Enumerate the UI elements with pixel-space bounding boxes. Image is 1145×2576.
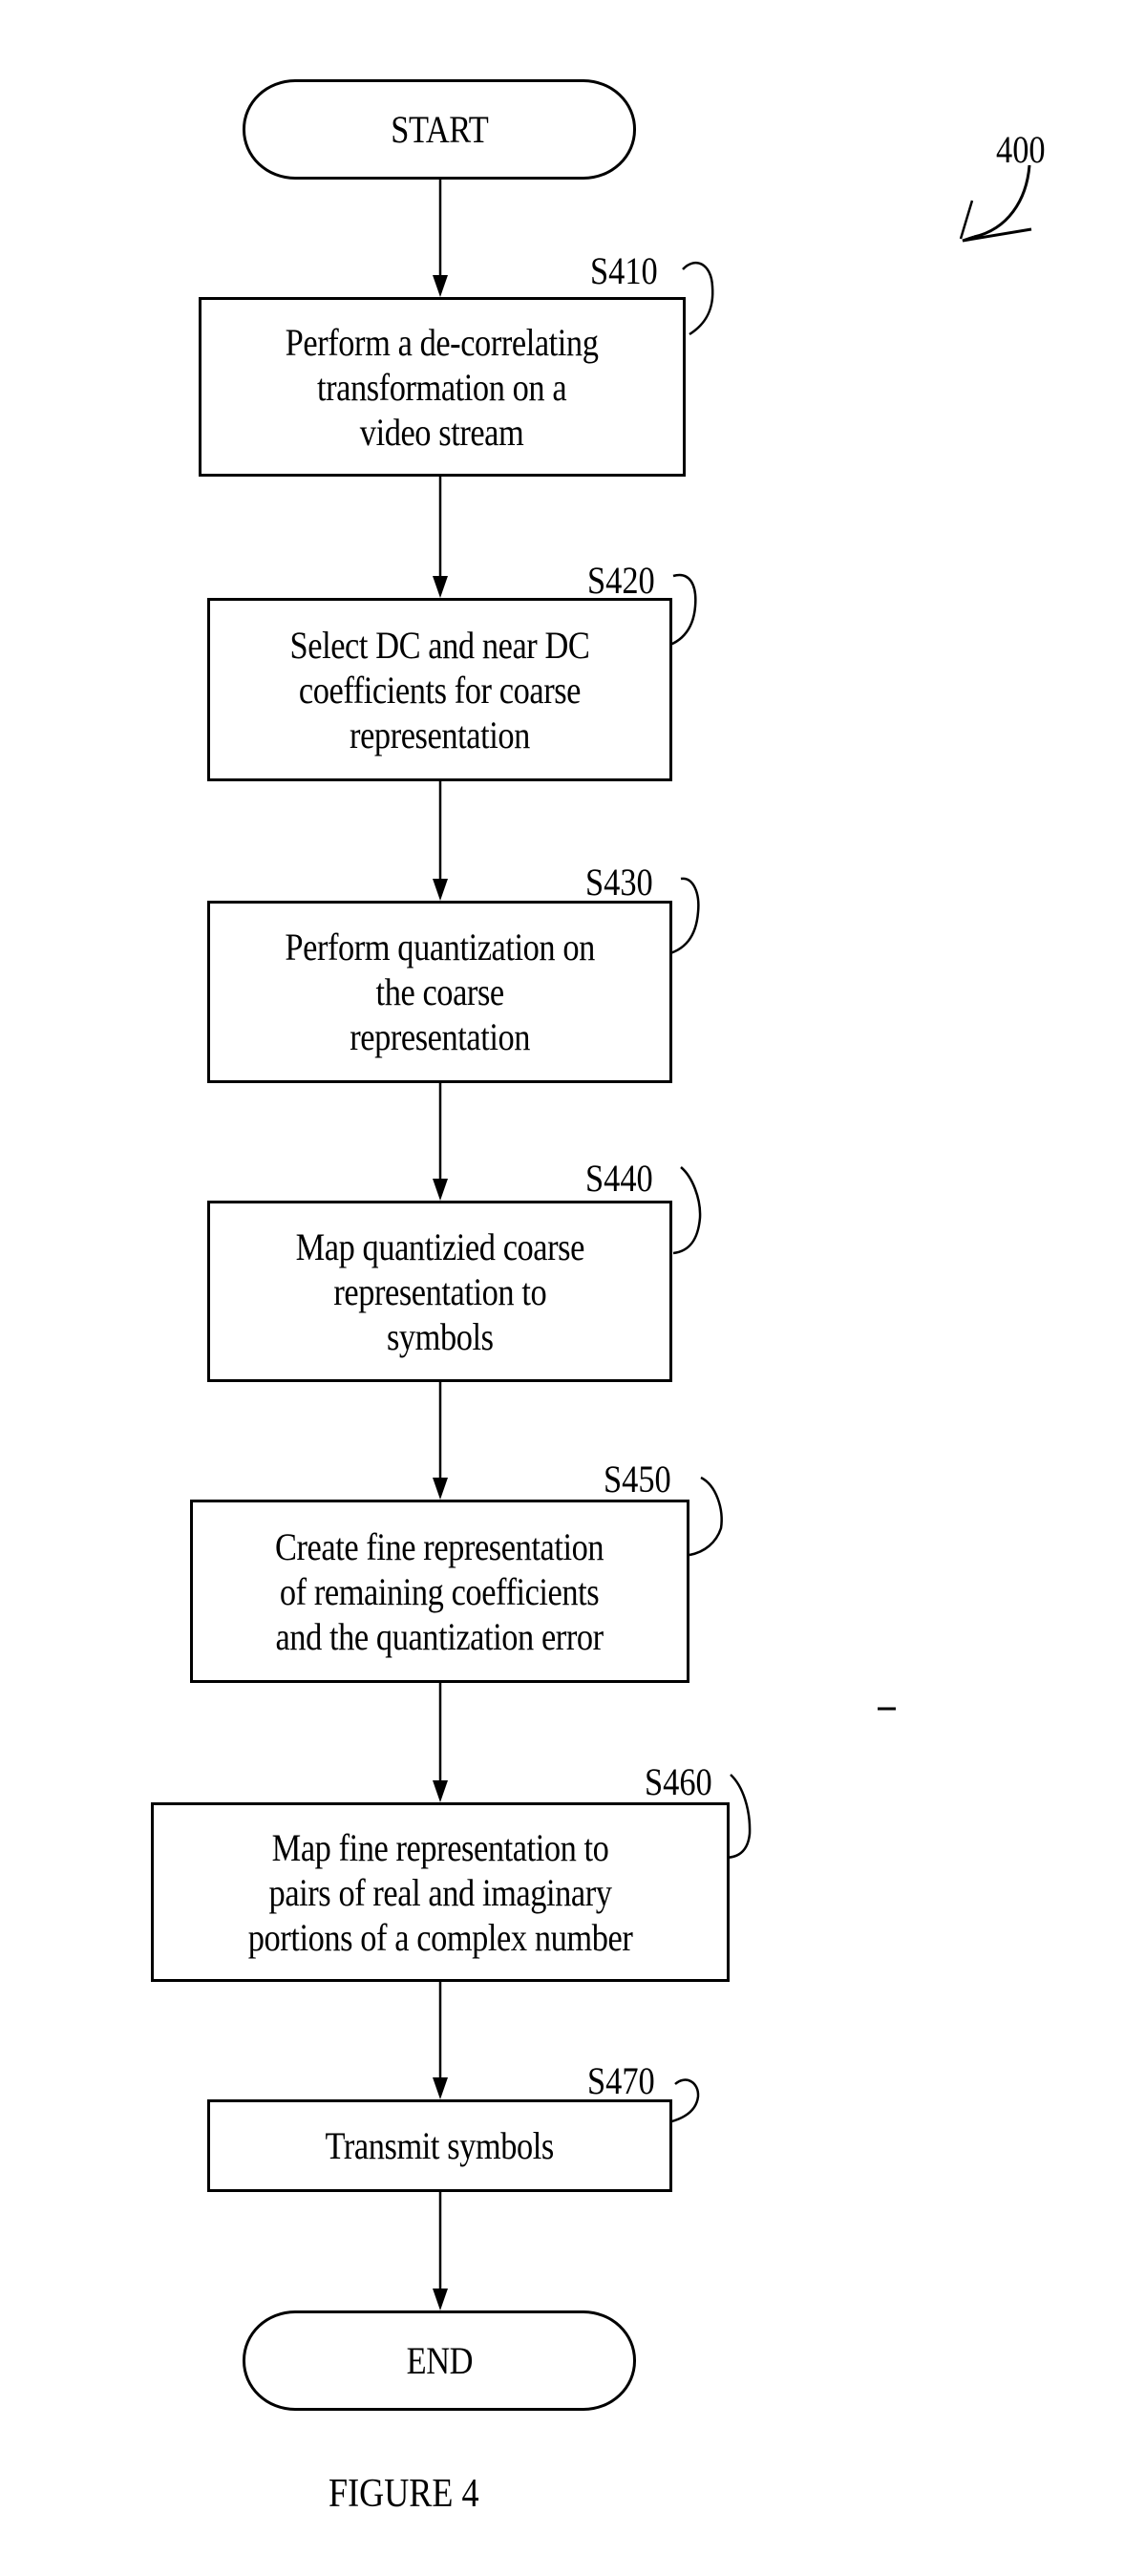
arrowhead-s440 <box>433 1179 448 1201</box>
step-box-s450: Create fine representation of remaining … <box>190 1500 689 1683</box>
end-label: END <box>406 2339 473 2382</box>
step-text: Select DC and near DC coefficients for c… <box>289 623 590 756</box>
step-text: Perform a de-correlating transformation … <box>286 320 599 454</box>
start-terminal: START <box>243 79 636 180</box>
step-id-s460: S460 <box>645 1760 712 1803</box>
step-box-s470: Transmit symbols <box>207 2099 672 2192</box>
arrowhead-s430 <box>433 879 448 901</box>
step-text: Map quantizied coarse representation to … <box>295 1224 584 1358</box>
step-id-s410: S410 <box>590 249 658 292</box>
step-id-s470: S470 <box>587 2059 655 2102</box>
reference-arrow <box>962 164 1032 243</box>
bracket-s440 <box>672 1166 702 1255</box>
arrowhead-s460 <box>433 1780 448 1802</box>
step-text: Create fine representation of remaining … <box>275 1524 604 1658</box>
bracket-s450 <box>689 1476 723 1557</box>
step-box-s440: Map quantizied coarse representation to … <box>207 1201 672 1382</box>
figure-caption: FIGURE 4 <box>329 2472 479 2516</box>
step-box-s410: Perform a de-correlating transformation … <box>199 297 686 477</box>
step-id-s430: S430 <box>585 861 653 904</box>
reference-arrow-tick <box>959 200 974 240</box>
step-id-s450: S450 <box>604 1458 671 1501</box>
arrowhead-s420 <box>433 576 448 598</box>
step-box-s420: Select DC and near DC coefficients for c… <box>207 598 672 781</box>
step-text: Map fine representation to pairs of real… <box>247 1825 633 1959</box>
arrowhead-s450 <box>433 1478 448 1500</box>
step-box-s460: Map fine representation to pairs of real… <box>151 1802 730 1982</box>
end-terminal: END <box>243 2310 636 2411</box>
step-id-s420: S420 <box>587 559 655 602</box>
arrowhead-s470 <box>433 2077 448 2099</box>
step-box-s430: Perform quantization on the coarse repre… <box>207 901 672 1083</box>
step-text: Transmit symbols <box>325 2124 555 2167</box>
arrowhead-s410 <box>433 275 448 297</box>
figure-reference-number: 400 <box>996 128 1046 171</box>
step-text: Perform quantization on the coarse repre… <box>285 926 595 1058</box>
bracket-s410 <box>682 261 714 336</box>
arrowhead-end <box>433 2289 448 2310</box>
step-id-s440: S440 <box>585 1157 653 1200</box>
start-label: START <box>391 108 488 151</box>
